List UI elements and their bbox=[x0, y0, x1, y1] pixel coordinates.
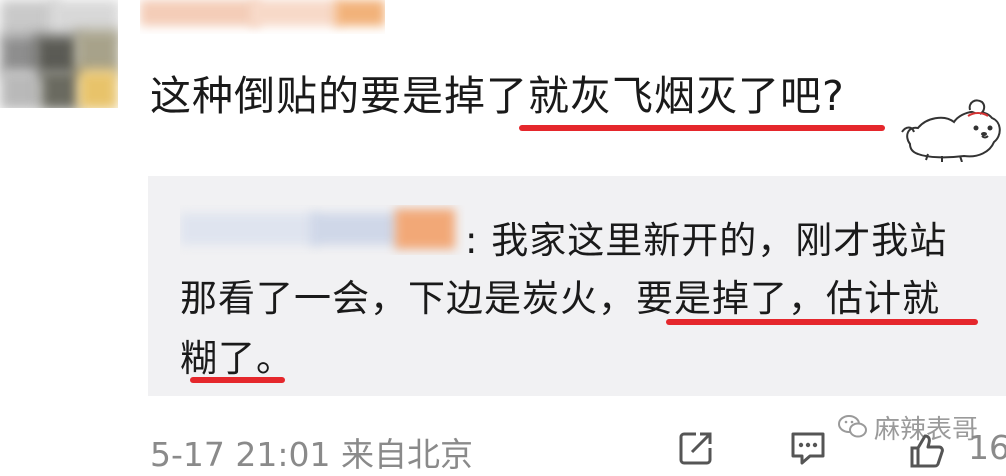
reply-author-name[interactable] bbox=[180, 205, 465, 255]
like-count: 16 bbox=[968, 428, 1006, 467]
reply-text-line-1: : 我家这里新开的，刚才我站 bbox=[465, 219, 948, 262]
comment-text: 这种倒贴的要是掉了就灰飞烟灭了吧? bbox=[150, 72, 845, 120]
timestamp-location: 5-17 21:01 来自北京 bbox=[150, 435, 473, 474]
avatar[interactable] bbox=[0, 0, 118, 108]
commenter-name[interactable] bbox=[140, 0, 385, 34]
wechat-icon bbox=[838, 415, 867, 438]
reply-text-line-2: 那看了一会，下边是炭火，要是掉了，估计就 bbox=[180, 277, 940, 320]
thumbs-up-icon[interactable] bbox=[906, 430, 946, 470]
reply-highlight-underline-2 bbox=[190, 377, 285, 383]
comment-highlight-underline bbox=[519, 125, 885, 131]
comment-icon[interactable] bbox=[788, 428, 828, 468]
share-icon[interactable] bbox=[676, 428, 716, 468]
dog-sticker-icon bbox=[901, 99, 1001, 162]
reply-text-line-3: 糊了。 bbox=[180, 337, 294, 380]
reply-highlight-underline-1 bbox=[666, 319, 978, 325]
